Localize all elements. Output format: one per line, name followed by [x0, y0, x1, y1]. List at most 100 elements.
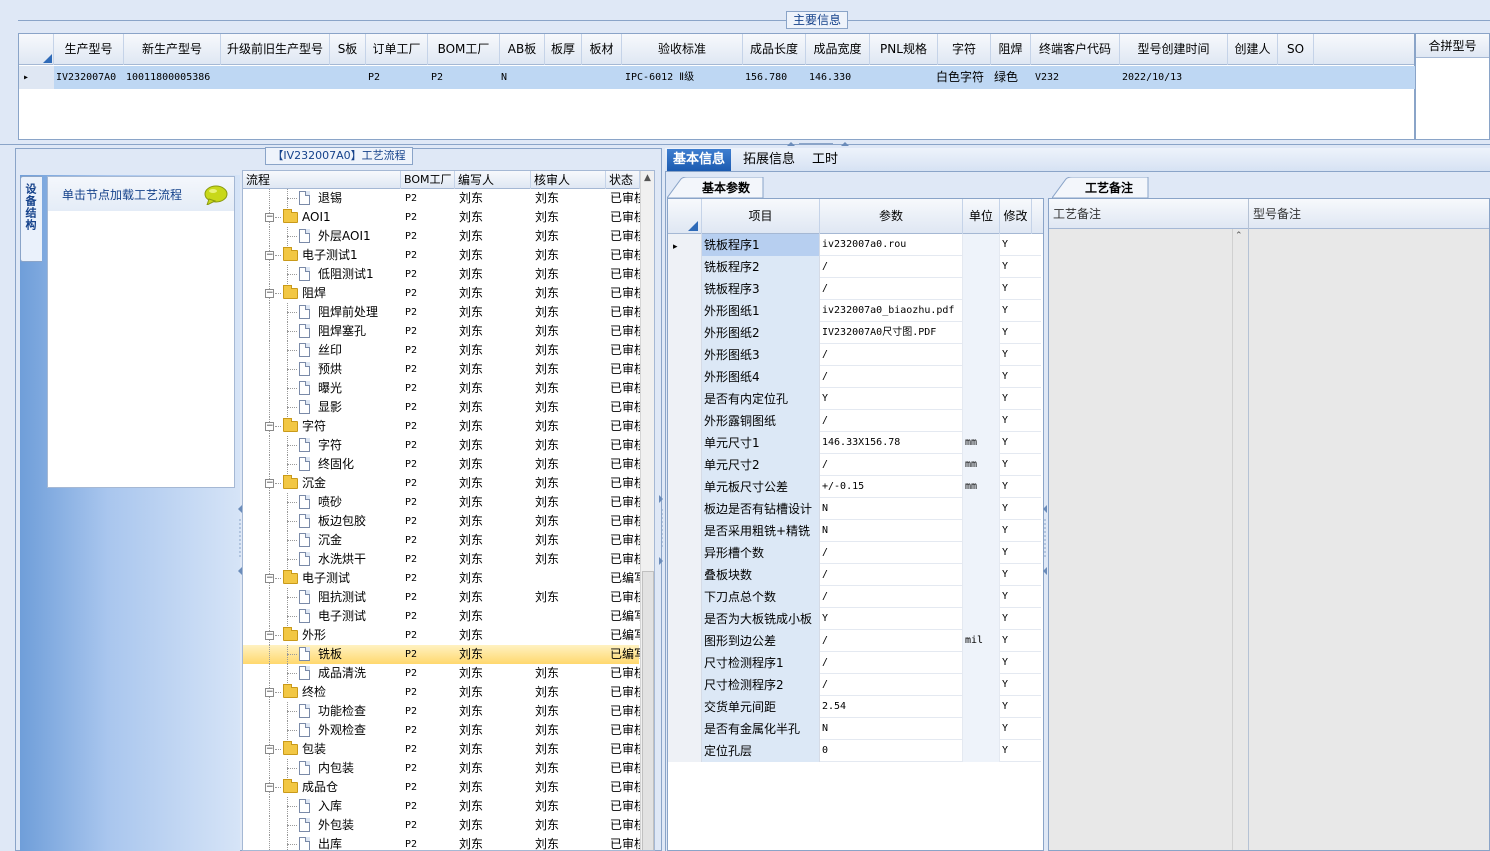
collapse-icon[interactable]: −: [265, 688, 274, 697]
tree-cell-checker[interactable]: 刘东: [535, 493, 603, 512]
tree-node-label[interactable]: 沉金: [318, 531, 342, 550]
tree-cell-status[interactable]: 已审核: [610, 360, 640, 379]
tree-cell-status[interactable]: 已审核: [610, 379, 640, 398]
param-row[interactable]: 外形图纸1 iv232007a0_biaozhu.pdf Y: [668, 300, 1041, 322]
param-unit[interactable]: [963, 542, 1000, 564]
tree-node-label[interactable]: 低阻测试1: [318, 265, 374, 284]
param-modify[interactable]: Y: [1000, 344, 1032, 366]
tree-cell-checker[interactable]: 刘东: [535, 550, 603, 569]
param-row[interactable]: 外形露铜图纸 / Y: [668, 410, 1041, 432]
tree-node-label[interactable]: 内包装: [318, 759, 354, 778]
process-tree[interactable]: 流程 BOM工厂 编写人 核审人 状态 退锡P2刘东刘东已审核−AOI1P2刘东…: [242, 170, 655, 851]
param-row[interactable]: 异形槽个数 / Y: [668, 542, 1041, 564]
tree-node-label[interactable]: 包装: [302, 740, 326, 759]
row-selector[interactable]: [668, 322, 702, 344]
tree-cell-checker[interactable]: 刘东: [535, 474, 603, 493]
tree-row[interactable]: −包装P2刘东刘东已审核: [243, 740, 640, 759]
param-item[interactable]: 是否有金属化半孔: [702, 718, 820, 740]
collapse-icon[interactable]: −: [265, 783, 274, 792]
col-header[interactable]: PNL规格: [870, 34, 938, 65]
col-header[interactable]: 终端客户代码: [1031, 34, 1120, 65]
tree-cell-writer[interactable]: 刘东: [459, 322, 529, 341]
tree-cell-status[interactable]: 已审核: [610, 246, 640, 265]
param-value[interactable]: N: [820, 718, 963, 740]
param-value[interactable]: /: [820, 366, 963, 388]
collapse-icon[interactable]: −: [265, 289, 274, 298]
tree-cell-writer[interactable]: 刘东: [459, 265, 529, 284]
param-unit[interactable]: [963, 652, 1000, 674]
tree-cell-checker[interactable]: 刘东: [535, 797, 603, 816]
param-modify[interactable]: Y: [1000, 520, 1032, 542]
col-header[interactable]: 板材: [582, 34, 622, 65]
tree-cell-checker[interactable]: 刘东: [535, 664, 603, 683]
collapse-icon[interactable]: −: [265, 631, 274, 640]
tree-cell-checker[interactable]: [535, 569, 603, 588]
tree-row[interactable]: −字符P2刘东刘东已审核: [243, 417, 640, 436]
horizontal-splitter-handle[interactable]: [785, 141, 849, 147]
tree-cell-bom[interactable]: P2: [405, 474, 453, 493]
col-header[interactable]: 成品长度: [743, 34, 806, 65]
row-selector-header[interactable]: [19, 34, 54, 65]
param-unit[interactable]: [963, 586, 1000, 608]
tree-cell-status[interactable]: 已审核: [610, 455, 640, 474]
tree-cell-bom[interactable]: P2: [405, 455, 453, 474]
param-modify[interactable]: Y: [1000, 476, 1032, 498]
param-unit[interactable]: [963, 696, 1000, 718]
tree-node-label[interactable]: 终检: [302, 683, 326, 702]
tree-cell-writer[interactable]: 刘东: [459, 721, 529, 740]
param-value[interactable]: /: [820, 454, 963, 476]
tree-cell-checker[interactable]: 刘东: [535, 588, 603, 607]
param-item[interactable]: 外形图纸4: [702, 366, 820, 388]
tree-cell-bom[interactable]: P2: [405, 227, 453, 246]
param-row[interactable]: 定位孔层 0 Y: [668, 740, 1041, 762]
tree-col-flow[interactable]: 流程: [243, 171, 401, 189]
row-selector[interactable]: [668, 498, 702, 520]
param-item[interactable]: 图形到边公差: [702, 630, 820, 652]
tree-cell-status[interactable]: 已审核: [610, 493, 640, 512]
col-header[interactable]: 新生产型号: [124, 34, 221, 65]
tree-cell-status[interactable]: 已编写: [610, 569, 640, 588]
tree-cell-writer[interactable]: 刘东: [459, 778, 529, 797]
param-row[interactable]: 是否有内定位孔 Y Y: [668, 388, 1041, 410]
tree-row[interactable]: −沉金P2刘东刘东已审核: [243, 474, 640, 493]
tree-row[interactable]: −电子测试1P2刘东刘东已审核: [243, 246, 640, 265]
tree-node-label[interactable]: 板边包胶: [318, 512, 366, 531]
tree-cell-bom[interactable]: P2: [405, 683, 453, 702]
tree-row[interactable]: − 外形 P2 刘东 已编写: [243, 626, 640, 645]
table-row[interactable]: ▸ IV232007A0 10011800005386 P2 P2 N IPC-…: [19, 66, 1415, 89]
params-col-unit[interactable]: 单位: [963, 199, 1000, 234]
param-value[interactable]: IV232007A0尺寸图.PDF: [820, 322, 963, 344]
tree-cell-status[interactable]: 已审核: [610, 303, 640, 322]
param-value[interactable]: /: [820, 674, 963, 696]
params-col-value[interactable]: 参数: [820, 199, 963, 234]
tree-cell-bom[interactable]: P2: [405, 721, 453, 740]
param-modify[interactable]: Y: [1000, 278, 1032, 300]
tree-cell-checker[interactable]: 刘东: [535, 227, 603, 246]
param-item[interactable]: 下刀点总个数: [702, 586, 820, 608]
tree-cell-status[interactable]: 已审核: [610, 702, 640, 721]
param-unit[interactable]: mm: [963, 476, 1000, 498]
row-selector[interactable]: [668, 300, 702, 322]
tree-row[interactable]: −终检P2刘东刘东已审核: [243, 683, 640, 702]
row-selector[interactable]: ▸: [668, 234, 702, 256]
row-selector[interactable]: [668, 256, 702, 278]
notes-col-model[interactable]: 型号备注: [1249, 199, 1489, 229]
tree-node-label[interactable]: 铣板: [318, 645, 342, 664]
col-header[interactable]: 型号创建时间: [1120, 34, 1228, 65]
tree-cell-writer[interactable]: 刘东: [459, 835, 529, 850]
param-modify[interactable]: Y: [1000, 586, 1032, 608]
tree-cell-bom[interactable]: P2: [405, 569, 453, 588]
param-modify[interactable]: Y: [1000, 740, 1032, 762]
cell-char[interactable]: 白色字符: [932, 66, 990, 89]
param-unit[interactable]: mm: [963, 454, 1000, 476]
param-unit[interactable]: [963, 410, 1000, 432]
tree-cell-writer[interactable]: 刘东: [459, 360, 529, 379]
tree-cell-writer[interactable]: 刘东: [459, 816, 529, 835]
tree-cell-bom[interactable]: P2: [405, 303, 453, 322]
tree-cell-bom[interactable]: P2: [405, 531, 453, 550]
tree-row[interactable]: 字符P2刘东刘东已审核: [243, 436, 640, 455]
param-item[interactable]: 单元尺寸1: [702, 432, 820, 454]
param-item[interactable]: 铣板程序2: [702, 256, 820, 278]
tree-cell-bom[interactable]: P2: [405, 645, 453, 664]
col-header[interactable]: SO: [1278, 34, 1314, 65]
